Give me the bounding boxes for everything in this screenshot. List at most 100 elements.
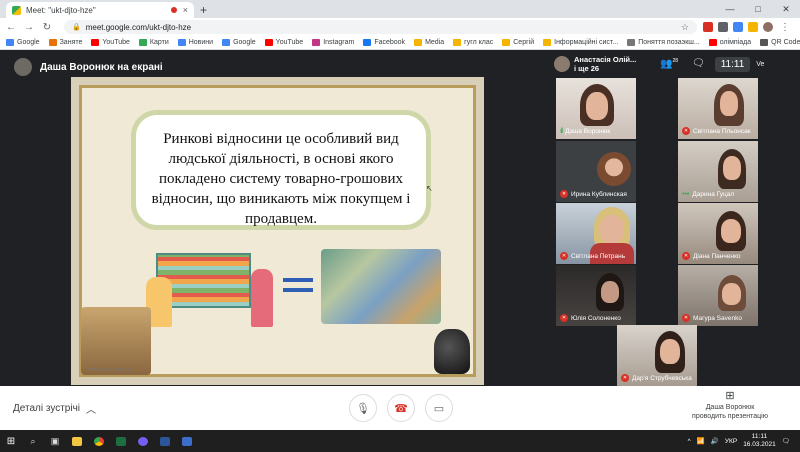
people-icon[interactable]: 👥28 bbox=[660, 58, 678, 69]
bookmark-item[interactable]: гугл клас bbox=[453, 39, 493, 46]
bookmark-item[interactable]: Поняття позаэкш... bbox=[627, 39, 700, 46]
forward-icon[interactable]: → bbox=[22, 22, 36, 33]
bookmark-item[interactable]: Новини bbox=[177, 39, 214, 46]
participant-tile[interactable]: ✕ Магура Savenko bbox=[678, 265, 758, 326]
bookmark-label: Новини bbox=[188, 39, 214, 46]
word-icon[interactable] bbox=[154, 430, 176, 452]
extension-icon[interactable] bbox=[733, 22, 743, 32]
participant-tile[interactable]: ✕ Дар'я Струбчевська bbox=[617, 325, 697, 386]
presentation-slide: Ринкові відносини це особливий вид людсь… bbox=[71, 77, 484, 385]
bookmark-favicon-icon bbox=[708, 39, 717, 46]
network-icon[interactable]: 📶 bbox=[697, 437, 705, 445]
speaking-indicator-icon: ıll bbox=[560, 128, 563, 135]
extension-icon[interactable] bbox=[703, 22, 713, 32]
lock-icon: 🔒 bbox=[72, 24, 81, 31]
bookmark-star-icon[interactable]: ☆ bbox=[681, 22, 689, 33]
volume-icon[interactable]: 🔊 bbox=[711, 437, 719, 445]
participant-tile[interactable]: ✕ Світлана Пльонсак bbox=[678, 78, 758, 139]
new-tab-button[interactable]: + bbox=[200, 2, 207, 18]
mic-off-icon: ✕ bbox=[621, 374, 629, 382]
inkwell-image bbox=[434, 329, 470, 374]
shop-illustration bbox=[146, 249, 276, 329]
browser-toolbar: ← → ↻ 🔒 meet.google.com/ukt-djto-hze ☆ ⋮ bbox=[0, 18, 800, 36]
bookmark-label: Google bbox=[233, 39, 256, 46]
bookmark-item[interactable]: Instagram bbox=[312, 39, 354, 46]
participant-tile[interactable]: ••• Дарина Гуцал bbox=[678, 141, 758, 202]
search-icon[interactable]: ⌕ bbox=[22, 430, 44, 452]
chevron-up-icon: ︿ bbox=[86, 404, 97, 416]
participant-name: Дарина Гуцал bbox=[692, 191, 735, 198]
extension-icon[interactable] bbox=[748, 22, 758, 32]
chrome-icon[interactable] bbox=[88, 430, 110, 452]
participant-tile[interactable]: ✕ Світлана Петрань bbox=[556, 203, 636, 264]
bookmark-item[interactable]: YouTube bbox=[91, 39, 130, 46]
camera-button[interactable]: ▭ bbox=[425, 394, 453, 422]
leave-call-button[interactable]: ☎ bbox=[387, 394, 415, 422]
bookmark-item[interactable]: Media bbox=[414, 39, 444, 46]
books-image bbox=[81, 307, 151, 375]
browser-menu-icon[interactable]: ⋮ bbox=[778, 22, 792, 33]
buyer-image bbox=[251, 269, 273, 327]
tray-chevron-icon[interactable]: ^ bbox=[688, 438, 691, 445]
participant-tile[interactable]: ✕ Ирина Кублинская bbox=[556, 141, 636, 202]
participant-avatar bbox=[554, 56, 570, 72]
tab-title: Meet: "ukt-djto-hze" bbox=[26, 5, 96, 15]
bookmark-item[interactable]: Google bbox=[6, 39, 40, 46]
bookmark-label: Facebook bbox=[374, 39, 406, 46]
bookmark-label: Сергій bbox=[513, 39, 535, 46]
minimize-button[interactable]: — bbox=[716, 0, 744, 18]
participant-tile[interactable]: ✕ Юлія Солоненко bbox=[556, 265, 636, 326]
bookmark-item[interactable]: Інформаційні сист... bbox=[543, 39, 618, 46]
maximize-button[interactable]: □ bbox=[744, 0, 772, 18]
excel-icon[interactable] bbox=[110, 430, 132, 452]
back-icon[interactable]: ← bbox=[4, 22, 18, 33]
hang-up-icon: ☎ bbox=[394, 402, 408, 415]
close-window-button[interactable]: ✕ bbox=[772, 0, 800, 18]
reload-icon[interactable]: ↻ bbox=[40, 22, 54, 33]
bookmark-label: QR Coder - Генера... bbox=[771, 39, 800, 46]
microphone-button[interactable]: 🎙 bbox=[349, 394, 377, 422]
extension-icon[interactable] bbox=[718, 22, 728, 32]
address-bar[interactable]: 🔒 meet.google.com/ukt-djto-hze ☆ bbox=[64, 20, 697, 34]
participant-tile[interactable]: ✕ Діана Панченко bbox=[678, 203, 758, 264]
present-screen-icon: ⊞ bbox=[725, 390, 735, 402]
bookmark-item[interactable]: Заняте bbox=[48, 39, 82, 46]
app-icon[interactable] bbox=[176, 430, 198, 452]
meet-favicon-icon bbox=[12, 5, 21, 15]
presenting-button[interactable]: ⊞ Даша Воронюк проводить презентацію bbox=[680, 390, 780, 421]
tab-close-icon[interactable]: × bbox=[183, 5, 188, 15]
bookmark-item[interactable]: Google bbox=[222, 39, 256, 46]
participant-name: Діана Панченко bbox=[693, 252, 741, 260]
bookmark-item[interactable]: Facebook bbox=[363, 39, 405, 46]
taskbar-clock[interactable]: 11:11 16.03.2021 bbox=[743, 433, 776, 449]
viber-icon[interactable] bbox=[132, 430, 154, 452]
chat-icon[interactable]: 🗨 bbox=[692, 58, 705, 69]
mic-off-icon: ✕ bbox=[560, 314, 568, 322]
bookmark-favicon-icon bbox=[264, 39, 273, 46]
bookmark-item[interactable]: Сергій bbox=[502, 39, 534, 46]
notifications-icon[interactable]: 🗨 bbox=[782, 437, 790, 445]
self-view-label: Ve bbox=[756, 60, 765, 68]
profile-avatar[interactable] bbox=[763, 22, 773, 32]
meet-stage: Даша Воронюк на екрані Ринкові відносини… bbox=[0, 50, 800, 386]
bookmark-item[interactable]: олімпіада bbox=[708, 39, 751, 46]
bookmark-favicon-icon bbox=[138, 39, 147, 46]
browser-tab[interactable]: Meet: "ukt-djto-hze" × bbox=[6, 2, 194, 18]
presenting-name: Даша Воронюк bbox=[705, 404, 755, 411]
bookmark-favicon-icon bbox=[6, 39, 14, 46]
meeting-details-button[interactable]: Деталі зустрічі ︿ bbox=[13, 401, 96, 416]
mic-off-icon: ✕ bbox=[682, 127, 690, 135]
participants-header: Анастасія Олій... і ще 26 👥28 🗨 11:11 Ve bbox=[554, 52, 800, 76]
participant-tile[interactable]: ıll Даша Воронюк bbox=[556, 78, 636, 139]
bookmark-item[interactable]: Карти bbox=[138, 39, 169, 46]
task-view-icon[interactable]: ▣ bbox=[44, 430, 66, 452]
first-participant-name: Анастасія Олій... bbox=[574, 55, 637, 64]
bookmark-item[interactable]: QR Coder - Генера... bbox=[760, 39, 800, 46]
bookmark-label: Instagram bbox=[323, 39, 355, 46]
language-indicator[interactable]: УКР bbox=[725, 438, 737, 445]
browser-tabstrip: Meet: "ukt-djto-hze" × + — □ ✕ bbox=[0, 0, 800, 18]
bookmark-item[interactable]: YouTube bbox=[264, 39, 303, 46]
file-explorer-icon[interactable] bbox=[66, 430, 88, 452]
presenting-status: проводить презентацію bbox=[692, 413, 768, 420]
windows-start-icon[interactable]: ⊞ bbox=[0, 436, 22, 447]
